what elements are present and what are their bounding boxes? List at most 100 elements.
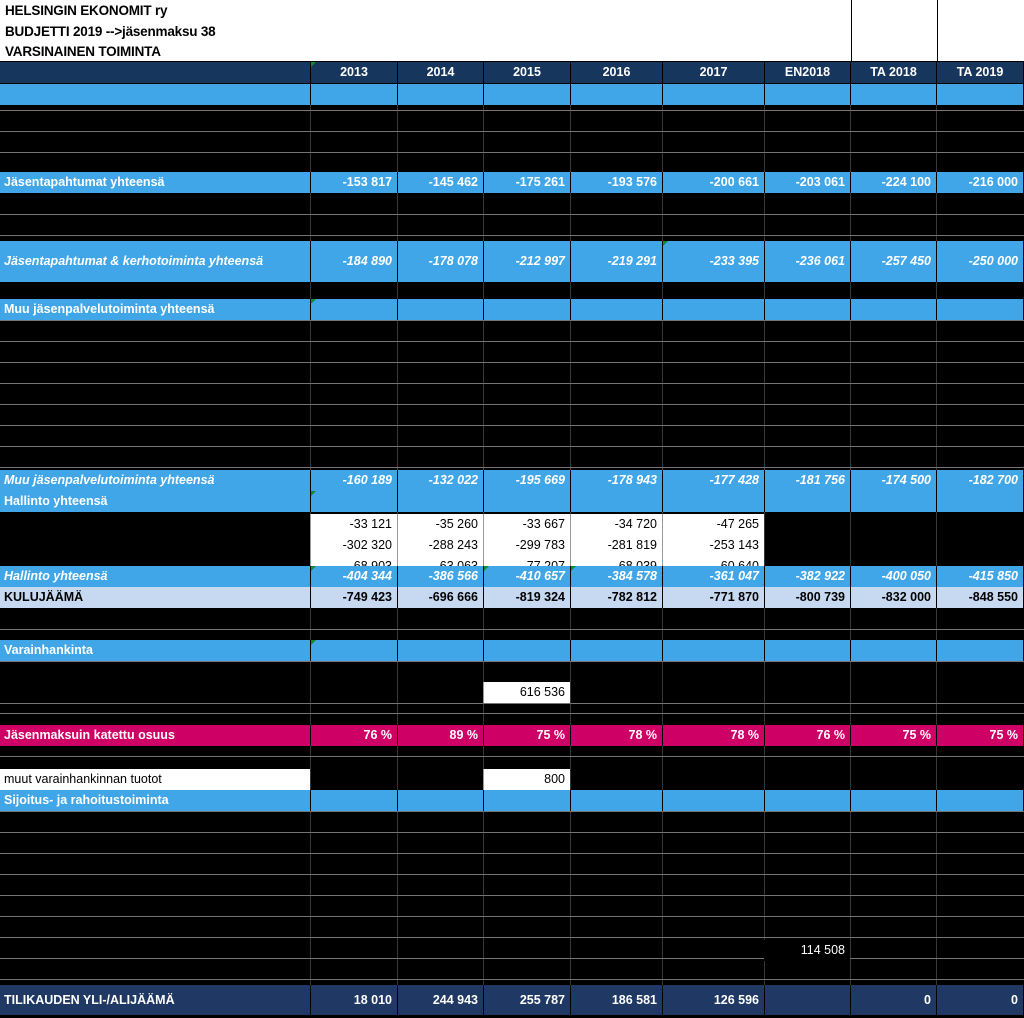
cell-varainhankinta-y2017[interactable] [663,640,764,661]
cell-varainhankinta-y2016[interactable] [571,640,662,661]
cell-jasenmaksuin_katettu-y2013[interactable]: 76 % [311,725,397,746]
cell-muu_jasenpalvelu_total-y2016[interactable]: -178 943 [571,470,662,491]
cell-sijoitus_rahoitus-y2017[interactable] [663,790,764,811]
cell-jasenmaksuin_katettu-ta2019[interactable]: 75 % [937,725,1023,746]
cell-hallinto_header-y2017[interactable] [663,491,764,512]
cell-varainhankinta_value-y2015[interactable]: 616 536 [484,682,570,703]
cell-hallinto_header-en2018[interactable] [765,491,850,512]
cell-kulujaama-y2014[interactable]: -696 666 [398,587,483,608]
cell-varainhankinta-y2015[interactable] [484,640,570,661]
row-label-muu_jasenpalvelu_total[interactable]: Muu jäsenpalvelutoiminta yhteensä [0,470,310,491]
row-label-sijoitus_rahoitus[interactable]: Sijoitus- ja rahoitustoiminta [0,790,310,811]
row-label-hallinto_header[interactable]: Hallinto yhteensä [0,491,310,512]
cell-hallinto_total-y2017[interactable]: -361 047 [663,566,764,587]
column-header-ta2019[interactable]: TA 2019 [937,62,1023,83]
row-label-jasenmaksuin_katettu[interactable]: Jäsenmaksuin katettu osuus [0,725,310,746]
column-header-y2017[interactable]: 2017 [663,62,764,83]
cell-tilikauden_tulos-y2015[interactable]: 255 787 [484,985,570,1015]
cell-hallinto_detail_1-y2017[interactable]: -47 265 [663,514,764,535]
row-label-jasentapahtumat_kerho_yhteensa[interactable]: Jäsentapahtumat & kerhotoiminta yhteensä [0,241,310,282]
cell-jasentapahtumat_kerho_yhteensa-y2014[interactable]: -178 078 [398,241,483,282]
row-label-hallinto_total[interactable]: Hallinto yhteensä [0,566,310,587]
cell-sijoitus_rahoitus-y2014[interactable] [398,790,483,811]
cell-hallinto_total-ta2019[interactable]: -415 850 [937,566,1023,587]
cell-jasentapahtumat_kerho_yhteensa-y2013[interactable]: -184 890 [311,241,397,282]
cell-muu_jasenpalvelu_header-y2015[interactable] [484,299,570,320]
row-label-jasentapahtumat_yhteensa[interactable]: Jäsentapahtumat yhteensä [0,172,310,193]
cell-sijoitus_rahoitus-y2015[interactable] [484,790,570,811]
cell-hallinto_header-y2015[interactable] [484,491,570,512]
cell-jasentapahtumat_yhteensa-ta2019[interactable]: -216 000 [937,172,1023,193]
cell-jasenmaksuin_katettu-en2018[interactable]: 76 % [765,725,850,746]
cell-hallinto_total-en2018[interactable]: -382 922 [765,566,850,587]
cell-hallinto_header-y2016[interactable] [571,491,662,512]
cell-muu_jasenpalvelu_header-ta2018[interactable] [851,299,936,320]
cell-tilikauden_tulos-ta2019[interactable]: 0 [937,985,1023,1015]
cell-tilikauden_tulos-y2013[interactable]: 18 010 [311,985,397,1015]
cell-jasenmaksuin_katettu-y2016[interactable]: 78 % [571,725,662,746]
cell-kulujaama-y2017[interactable]: -771 870 [663,587,764,608]
column-header-y2016[interactable]: 2016 [571,62,662,83]
cell-muu_jasenpalvelu_total-ta2019[interactable]: -182 700 [937,470,1023,491]
cell-muu_jasenpalvelu_total-y2014[interactable]: -132 022 [398,470,483,491]
cell-hallinto_total-y2015[interactable]: -410 657 [484,566,570,587]
cell-muu_jasenpalvelu_header-y2017[interactable] [663,299,764,320]
cell-hallinto_detail_2-y2017[interactable]: -253 143 [663,535,764,556]
cell-jasentapahtumat_yhteensa-y2013[interactable]: -153 817 [311,172,397,193]
cell-sijoitus_rahoitus-y2016[interactable] [571,790,662,811]
cell-muu_jasenpalvelu_header-y2014[interactable] [398,299,483,320]
column-header-y2014[interactable]: 2014 [398,62,483,83]
cell-jasentapahtumat_yhteensa-ta2018[interactable]: -224 100 [851,172,936,193]
row-label-kulujaama[interactable]: KULUJÄÄMÄ [0,587,310,608]
column-header-y2013[interactable]: 2013 [311,62,397,83]
cell-kulujaama-ta2018[interactable]: -832 000 [851,587,936,608]
cell-jasentapahtumat_yhteensa-y2014[interactable]: -145 462 [398,172,483,193]
cell-tilikauden_tulos-y2014[interactable]: 244 943 [398,985,483,1015]
cell-hallinto_total-ta2018[interactable]: -400 050 [851,566,936,587]
column-header-ta2018[interactable]: TA 2018 [851,62,936,83]
cell-hallinto_total-y2013[interactable]: -404 344 [311,566,397,587]
cell-kulujaama-ta2019[interactable]: -848 550 [937,587,1023,608]
cell-hallinto_detail_1-y2014[interactable]: -35 260 [398,514,483,535]
cell-jasenmaksuin_katettu-y2017[interactable]: 78 % [663,725,764,746]
cell-jasentapahtumat_yhteensa-y2016[interactable]: -193 576 [571,172,662,193]
cell-muu_jasenpalvelu_total-y2015[interactable]: -195 669 [484,470,570,491]
cell-jasentapahtumat_kerho_yhteensa-y2016[interactable]: -219 291 [571,241,662,282]
cell-hallinto_detail_2-y2013[interactable]: -302 320 [311,535,397,556]
cell-hallinto_detail_1-y2013[interactable]: -33 121 [311,514,397,535]
row-label-varainhankinta[interactable]: Varainhankinta [0,640,310,661]
cell-hallinto_total-y2016[interactable]: -384 578 [571,566,662,587]
cell-sijoitus_rahoitus-y2013[interactable] [311,790,397,811]
cell-sijoitus_rahoitus-ta2018[interactable] [851,790,936,811]
cell-muu_jasenpalvelu_total-y2013[interactable]: -160 189 [311,470,397,491]
cell-kulujaama-y2016[interactable]: -782 812 [571,587,662,608]
cell-kulujaama-y2013[interactable]: -749 423 [311,587,397,608]
cell-muu_jasenpalvelu_header-y2016[interactable] [571,299,662,320]
cell-hallinto_total-y2014[interactable]: -386 566 [398,566,483,587]
cell-jasentapahtumat_kerho_yhteensa-y2015[interactable]: -212 997 [484,241,570,282]
cell-tilikauden_tulos-y2016[interactable]: 186 581 [571,985,662,1015]
cell-jasentapahtumat_kerho_yhteensa-en2018[interactable]: -236 061 [765,241,850,282]
cell-tilikauden_tulos-y2017[interactable]: 126 596 [663,985,764,1015]
row-label-muu_jasenpalvelu_header[interactable]: Muu jäsenpalvelutoiminta yhteensä [0,299,310,320]
cell-muut_varainhankinnan_tuotot-y2015[interactable]: 800 [484,769,570,790]
cell-hallinto_header-ta2019[interactable] [937,491,1023,512]
cell-muu_jasenpalvelu_total-en2018[interactable]: -181 756 [765,470,850,491]
cell-muu_jasenpalvelu_header-y2013[interactable] [311,299,397,320]
cell-hallinto_header-y2014[interactable] [398,491,483,512]
cell-muu_jasenpalvelu_header-en2018[interactable] [765,299,850,320]
row-label-tilikauden_tulos[interactable]: TILIKAUDEN YLI-/ALIJÄÄMÄ [0,985,310,1015]
cell-kulujaama-y2015[interactable]: -819 324 [484,587,570,608]
cell-hallinto_detail_1-y2015[interactable]: -33 667 [484,514,570,535]
cell-jasentapahtumat_kerho_yhteensa-ta2019[interactable]: -250 000 [937,241,1023,282]
cell-muu_jasenpalvelu_header-ta2019[interactable] [937,299,1023,320]
cell-jasentapahtumat_yhteensa-y2015[interactable]: -175 261 [484,172,570,193]
cell-muu_jasenpalvelu_total-ta2018[interactable]: -174 500 [851,470,936,491]
cell-en2018_extra-en2018[interactable]: 114 508 [765,940,850,961]
cell-varainhankinta-ta2018[interactable] [851,640,936,661]
column-header-en2018[interactable]: EN2018 [765,62,850,83]
cell-hallinto_detail_2-y2015[interactable]: -299 783 [484,535,570,556]
cell-hallinto_detail_2-y2016[interactable]: -281 819 [571,535,662,556]
cell-varainhankinta-y2013[interactable] [311,640,397,661]
cell-jasentapahtumat_kerho_yhteensa-y2017[interactable]: -233 395 [663,241,764,282]
